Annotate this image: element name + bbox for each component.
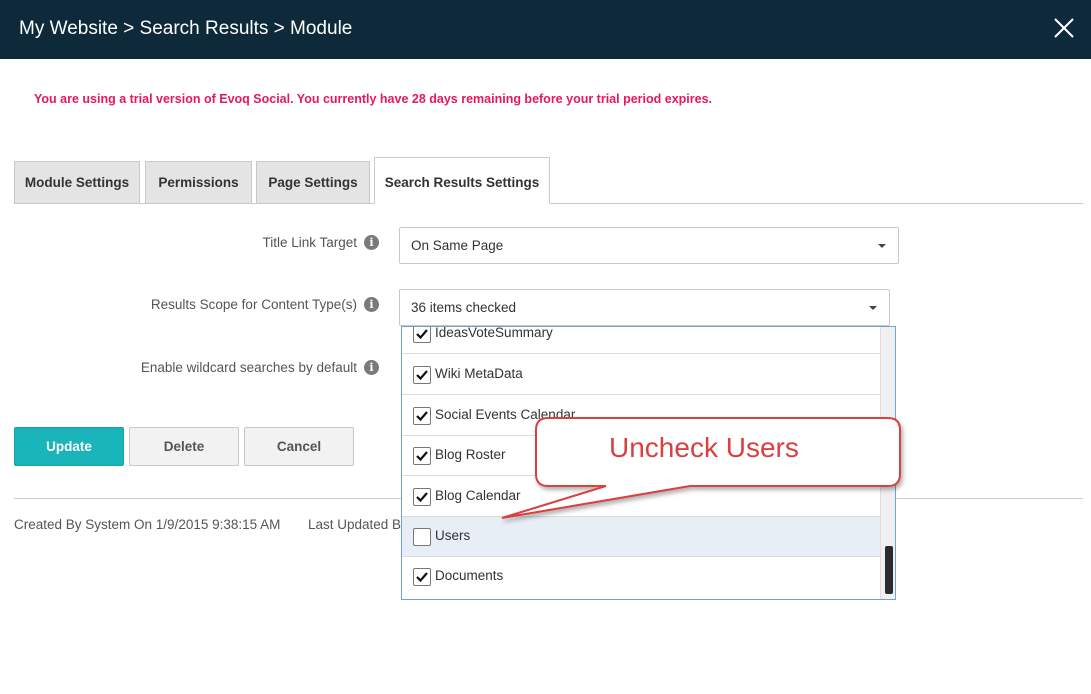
title-link-target-select[interactable]: On Same Page [399, 227, 899, 264]
results-scope-select[interactable]: 36 items checked [399, 289, 890, 326]
title-link-target-label: Title Link Target [262, 235, 357, 250]
tab-page-settings[interactable]: Page Settings [256, 161, 370, 204]
list-item-label: Blog Roster [435, 447, 506, 462]
checkbox[interactable] [413, 407, 431, 425]
tab-permissions[interactable]: Permissions [145, 161, 252, 204]
list-item[interactable]: Wiki MetaData [402, 355, 880, 395]
chevron-down-icon [878, 244, 886, 248]
scrollbar-thumb[interactable] [885, 546, 893, 594]
chevron-down-icon [869, 306, 877, 310]
close-icon[interactable] [1051, 13, 1077, 43]
callout-text: Uncheck Users [609, 432, 799, 463]
list-item[interactable]: Social Events Calendar [402, 396, 880, 436]
last-updated-text: Last Updated B [308, 517, 402, 532]
list-item-label: Documents [435, 568, 504, 583]
list-item[interactable]: Blog Calendar [402, 477, 880, 517]
window-titlebar: My Website > Search Results > Module [0, 0, 1091, 59]
list-item-label: Wiki MetaData [435, 366, 523, 381]
trial-message: You are using a trial version of Evoq So… [34, 92, 712, 106]
update-button[interactable]: Update [14, 427, 124, 466]
tab-module-settings[interactable]: Module Settings [14, 161, 140, 204]
cancel-button[interactable]: Cancel [244, 427, 354, 466]
list-item-label: Social Events Calendar [435, 407, 576, 422]
checkbox[interactable] [413, 568, 431, 586]
list-item[interactable]: Documents [402, 557, 880, 597]
delete-button[interactable]: Delete [129, 427, 239, 466]
results-scope-value: 36 items checked [411, 300, 517, 315]
checkbox[interactable] [413, 447, 431, 465]
title-link-target-value: On Same Page [411, 238, 504, 253]
created-by-text: Created By System On 1/9/2015 9:38:15 AM [14, 517, 281, 532]
list-item-label: Blog Calendar [435, 488, 521, 503]
list-item-label: Users [435, 528, 471, 543]
info-icon[interactable]: i [364, 235, 379, 250]
checkbox[interactable] [413, 366, 431, 384]
results-scope-label: Results Scope for Content Type(s) [150, 297, 357, 312]
info-icon[interactable]: i [364, 297, 379, 312]
info-icon[interactable]: i [364, 360, 379, 375]
checkbox[interactable] [413, 488, 431, 506]
list-item[interactable]: IdeasVoteSummary [402, 326, 880, 354]
wildcard-label: Enable wildcard searches by default [140, 360, 357, 375]
checkbox[interactable] [413, 327, 431, 343]
list-item-label: IdeasVoteSummary [435, 326, 553, 340]
list-item[interactable]: Users [402, 517, 880, 557]
checkbox[interactable] [413, 528, 431, 546]
tab-search-results-settings[interactable]: Search Results Settings [374, 157, 550, 204]
scrollbar[interactable] [880, 327, 895, 599]
window-title: My Website > Search Results > Module [19, 18, 353, 39]
